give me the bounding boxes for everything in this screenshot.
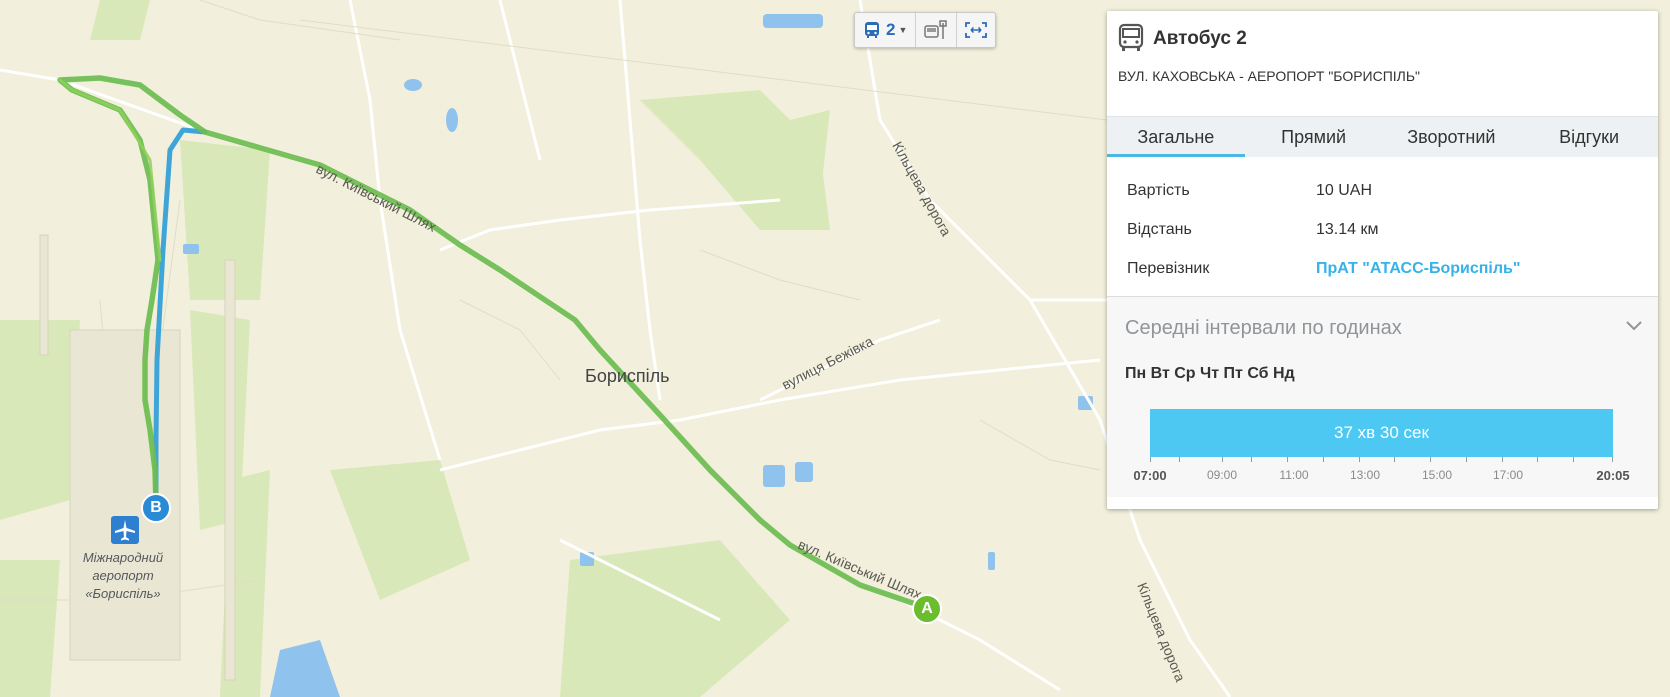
start-marker[interactable]: A bbox=[912, 594, 942, 624]
tab-forward[interactable]: Прямий bbox=[1245, 117, 1383, 157]
interval-bar: 37 хв 30 сек bbox=[1150, 409, 1613, 457]
info-value: 10 UAH bbox=[1316, 181, 1373, 199]
info-row-distance: Відстань 13.14 км bbox=[1107, 210, 1658, 249]
route-info-list: Вартість 10 UAH Відстань 13.14 км Переві… bbox=[1107, 157, 1658, 290]
tab-reviews[interactable]: Відгуки bbox=[1520, 117, 1658, 157]
bus-icon bbox=[1118, 23, 1144, 51]
bus-icon bbox=[865, 22, 879, 38]
route-info-panel: Автобус 2 ВУЛ. КАХОВСЬКА - АЕРОПОРТ "БОР… bbox=[1107, 11, 1658, 509]
route-title: Автобус 2 bbox=[1153, 28, 1247, 49]
tab-return[interactable]: Зворотний bbox=[1383, 117, 1521, 157]
schedule-title[interactable]: Середні інтервали по годинах bbox=[1125, 317, 1402, 340]
info-key: Відстань bbox=[1127, 220, 1192, 238]
info-row-carrier: Перевізник ПрАТ "АТАСС-Бориспіль" bbox=[1107, 249, 1658, 288]
airport-label: Міжнародний аеропорт «Бориспіль» bbox=[58, 549, 188, 603]
route-number: 2 bbox=[886, 20, 896, 39]
airport-label-line-2: аеропорт «Бориспіль» bbox=[85, 568, 161, 601]
axis-label: 09:00 bbox=[1206, 468, 1238, 482]
interval-value: 37 хв 30 сек bbox=[1334, 423, 1429, 442]
axis-label: 13:00 bbox=[1349, 468, 1381, 482]
axis-label: 15:00 bbox=[1421, 468, 1453, 482]
bus-stop-icon bbox=[924, 20, 948, 39]
info-value: 13.14 км bbox=[1316, 220, 1379, 238]
info-key: Перевізник bbox=[1127, 259, 1210, 277]
city-label: Бориспіль bbox=[585, 366, 670, 386]
axis-label: 20:05 bbox=[1596, 468, 1630, 483]
panel-tabs: Загальне Прямий Зворотний Відгуки bbox=[1107, 116, 1658, 157]
axis-label: 07:00 bbox=[1133, 468, 1167, 483]
panel-header: Автобус 2 ВУЛ. КАХОВСЬКА - АЕРОПОРТ "БОР… bbox=[1107, 11, 1658, 116]
airport-label-line-1: Міжнародний bbox=[82, 550, 164, 565]
airplane-icon bbox=[111, 516, 139, 544]
info-key: Вартість bbox=[1127, 181, 1190, 199]
chevron-down-icon[interactable] bbox=[1624, 319, 1644, 333]
route-select-button[interactable]: 2 ▼ bbox=[855, 13, 917, 47]
map-toolbar: 2 ▼ bbox=[854, 12, 997, 48]
fit-bounds-icon bbox=[965, 22, 988, 38]
route-name: ВУЛ. КАХОВСЬКА - АЕРОПОРТ "БОРИСПІЛЬ" bbox=[1118, 68, 1421, 84]
schedule-section: Середні інтервали по годинах Пн Вт Ср Чт… bbox=[1107, 297, 1658, 497]
info-row-price: Вартість 10 UAH bbox=[1107, 171, 1658, 210]
tab-general[interactable]: Загальне bbox=[1107, 117, 1245, 157]
caret-down-icon: ▼ bbox=[898, 25, 908, 35]
fit-route-button[interactable] bbox=[957, 13, 995, 47]
time-axis: 07:00 09:00 11:00 13:00 15:00 17:00 20:0… bbox=[1107, 457, 1658, 497]
carrier-link[interactable]: ПрАТ "АТАСС-Бориспіль" bbox=[1316, 260, 1520, 278]
days-of-week: Пн Вт Ср Чт Пт Сб Нд bbox=[1125, 365, 1295, 382]
end-marker[interactable]: B bbox=[141, 493, 171, 523]
stops-toggle-button[interactable] bbox=[916, 13, 958, 47]
axis-label: 17:00 bbox=[1492, 468, 1524, 482]
axis-label: 11:00 bbox=[1279, 468, 1309, 482]
